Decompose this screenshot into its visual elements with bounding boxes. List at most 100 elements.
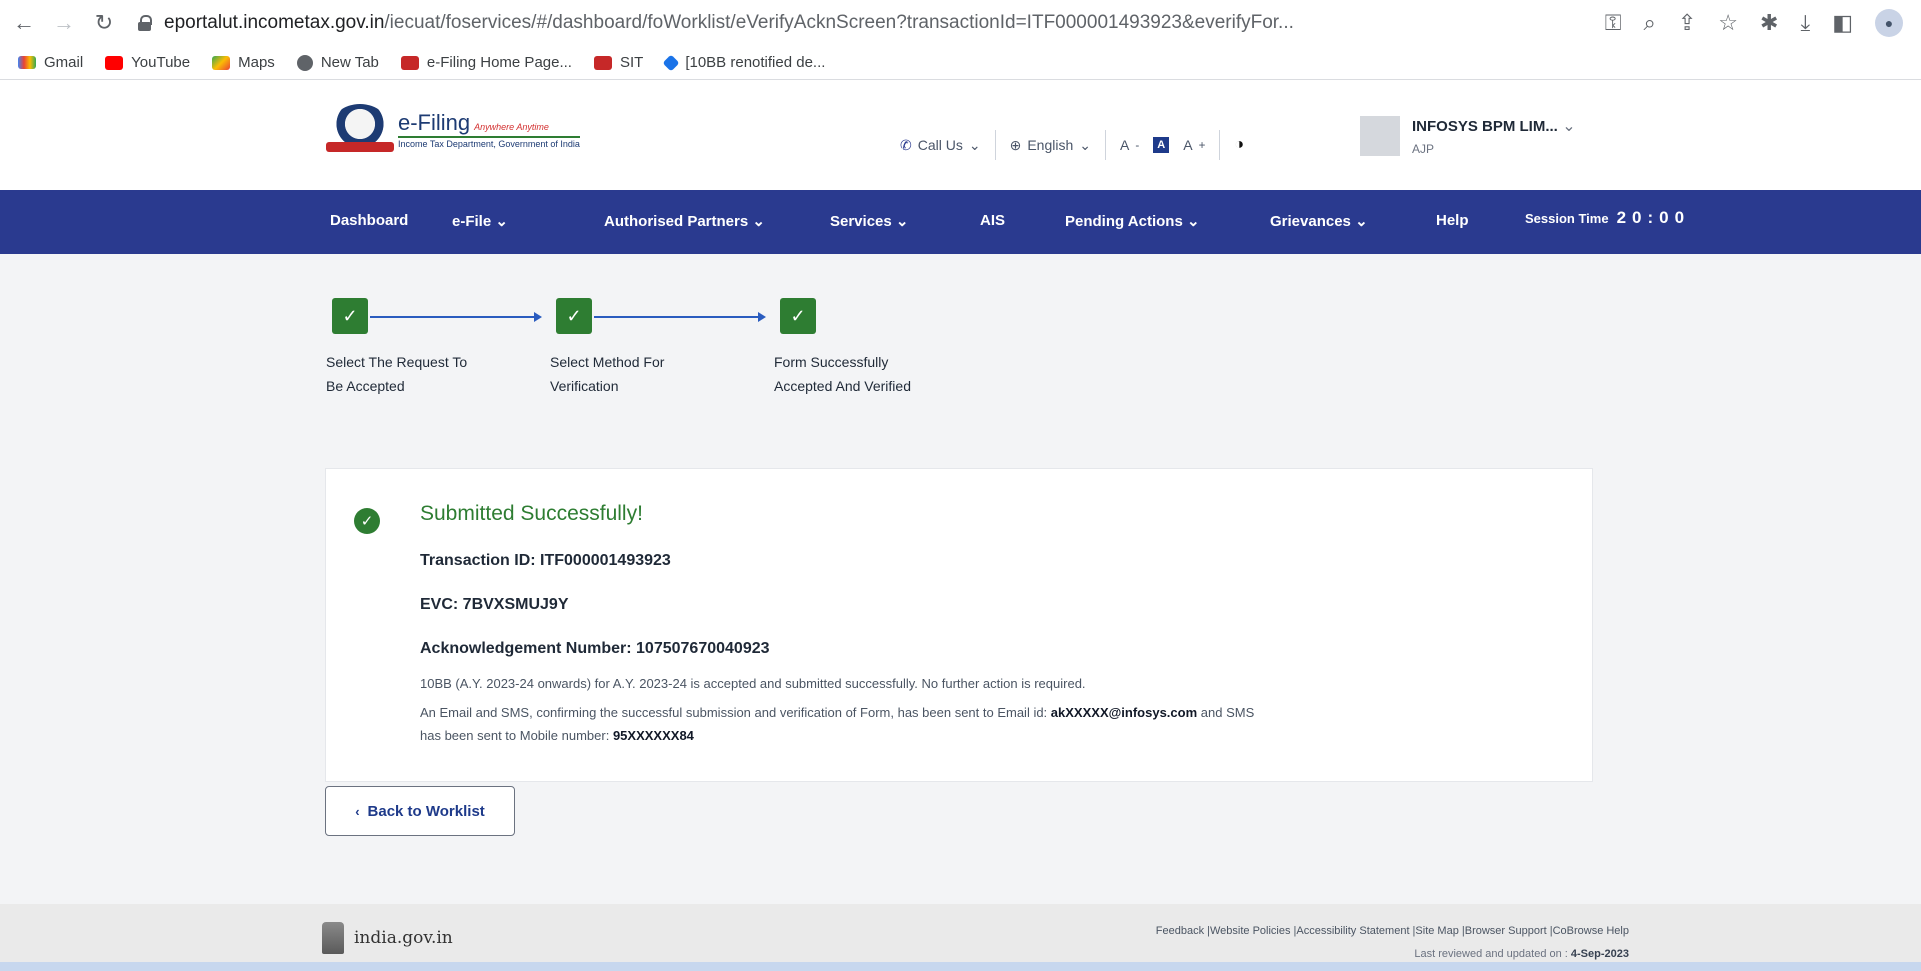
back-arrow-icon[interactable]: ← bbox=[4, 3, 44, 43]
chevron-down-icon: ⌄ bbox=[752, 213, 765, 230]
download-icon[interactable]: ⤓ bbox=[1800, 10, 1810, 36]
bookmark-gmail[interactable]: Gmail bbox=[18, 54, 83, 71]
transaction-id-value: ITF000001493923 bbox=[540, 552, 671, 569]
avatar bbox=[1360, 116, 1400, 156]
main-nav: Dashboard e-File ⌄ Authorised Partners ⌄… bbox=[0, 190, 1921, 254]
success-title: Submitted Successfully! bbox=[420, 502, 643, 525]
user-subtitle: AJP bbox=[1412, 142, 1435, 156]
bookmark-10bb[interactable]: [10BB renotified de... bbox=[662, 54, 825, 71]
call-us-label: Call Us bbox=[917, 137, 963, 153]
nav-label: Pending Actions bbox=[1065, 213, 1183, 230]
nav-authorised-partners[interactable]: Authorised Partners ⌄ bbox=[604, 212, 765, 230]
diamond-icon bbox=[662, 54, 680, 71]
masked-email: akXXXXX@infosys.com bbox=[1050, 705, 1198, 720]
step-label-line: Select The Request To bbox=[326, 354, 468, 370]
step-connector bbox=[370, 312, 542, 322]
updated-label: Last reviewed and updated on : bbox=[1414, 948, 1571, 960]
india-gov-logo[interactable]: india.gov.in bbox=[322, 922, 453, 954]
nav-dashboard[interactable]: Dashboard bbox=[330, 212, 408, 229]
transaction-id-label: Transaction ID: bbox=[420, 552, 541, 569]
nav-help[interactable]: Help bbox=[1436, 212, 1469, 229]
footer-links[interactable]: Feedback |Website Policies |Accessibilit… bbox=[1156, 925, 1629, 937]
emblem-icon bbox=[326, 104, 394, 154]
url-path: /iecuat/foservices/#/dashboard/foWorklis… bbox=[384, 12, 1294, 33]
nav-pending-actions[interactable]: Pending Actions ⌄ bbox=[1065, 212, 1200, 230]
step-label-line: Accepted And Verified bbox=[774, 378, 911, 394]
font-decrease-button[interactable]: A- bbox=[1120, 137, 1139, 153]
bookmark-efiling-home[interactable]: e-Filing Home Page... bbox=[400, 54, 572, 71]
efiling-logo[interactable]: e-Filing Anywhere Anytime Income Tax Depa… bbox=[326, 104, 580, 154]
address-bar[interactable]: eportalut.incometax.gov.in/iecuat/foserv… bbox=[138, 12, 1605, 34]
nav-services[interactable]: Services ⌄ bbox=[830, 212, 908, 230]
bookmark-label: e-Filing Home Page... bbox=[426, 54, 572, 71]
side-panel-icon[interactable]: ◧ bbox=[1832, 10, 1853, 36]
reload-icon[interactable]: ↻ bbox=[84, 3, 124, 43]
user-name: INFOSYS BPM LIM... bbox=[1412, 118, 1558, 135]
browser-toolbar: ← → ↻ eportalut.incometax.gov.in/iecuat/… bbox=[0, 0, 1921, 46]
nav-efile[interactable]: e-File ⌄ bbox=[452, 212, 508, 230]
chevron-down-icon: ⌄ bbox=[968, 136, 981, 153]
chevron-left-icon: ‹ bbox=[355, 803, 360, 819]
national-emblem-icon bbox=[322, 922, 344, 954]
efiling-favicon-icon bbox=[400, 55, 419, 70]
divider bbox=[1104, 130, 1106, 160]
language-label: English bbox=[1027, 137, 1074, 153]
bookmark-label: YouTube bbox=[131, 54, 191, 71]
evc-row: EVC: 7BVXSMUJ9Y bbox=[420, 596, 569, 614]
email-sms-note: An Email and SMS, confirming the success… bbox=[420, 705, 1254, 720]
extensions-icon[interactable]: ✱ bbox=[1760, 10, 1778, 36]
nav-label: Authorised Partners bbox=[604, 213, 749, 230]
transaction-id-row: Transaction ID: ITF000001493923 bbox=[420, 552, 671, 570]
bookmarks-bar: Gmail YouTube Maps New Tab e-Filing Home… bbox=[0, 46, 1921, 80]
step-3-check-icon: ✓ bbox=[780, 298, 816, 334]
bookmark-youtube[interactable]: YouTube bbox=[105, 54, 190, 71]
url-host: eportalut.incometax.gov.in bbox=[164, 12, 385, 33]
evc-label: EVC: bbox=[420, 596, 463, 613]
step-2-check-icon: ✓ bbox=[556, 298, 592, 334]
success-check-icon: ✓ bbox=[354, 508, 380, 534]
nav-label: Services bbox=[830, 213, 892, 230]
nav-ais[interactable]: AIS bbox=[980, 212, 1005, 229]
bookmark-maps[interactable]: Maps bbox=[212, 54, 275, 71]
header-tools: ✆ Call Us ⌄ ⊕ English ⌄ A- A A + ◑ bbox=[900, 130, 1244, 160]
font-increase-button[interactable]: A + bbox=[1183, 137, 1205, 153]
bookmark-sit[interactable]: SIT bbox=[593, 54, 643, 71]
user-menu[interactable]: INFOSYS BPM LIM... ⌄ AJP bbox=[1360, 116, 1576, 156]
back-to-worklist-button[interactable]: ‹ Back to Worklist bbox=[325, 786, 515, 836]
logo-subtitle: Income Tax Department, Government of Ind… bbox=[398, 135, 580, 149]
efiling-favicon-icon bbox=[593, 55, 612, 70]
nav-label: e-File bbox=[452, 213, 492, 230]
step-1-check-icon: ✓ bbox=[332, 298, 368, 334]
globe-icon bbox=[296, 54, 313, 71]
logo-title: e-Filing bbox=[398, 109, 471, 135]
email-note-text: An Email and SMS, confirming the success… bbox=[420, 705, 1051, 720]
contrast-toggle[interactable]: ◑ bbox=[1234, 136, 1244, 154]
key-icon[interactable]: ⚿ bbox=[1605, 10, 1622, 36]
nav-grievances[interactable]: Grievances ⌄ bbox=[1270, 212, 1368, 230]
mobile-note-text: has been sent to Mobile number: bbox=[420, 728, 613, 743]
acceptance-note: 10BB (A.Y. 2023-24 onwards) for A.Y. 202… bbox=[420, 676, 1086, 691]
minus-sign: - bbox=[1135, 138, 1140, 152]
ack-number-label: Acknowledgement Number: bbox=[420, 640, 637, 657]
step-1-label: Select The Request To Be Accepted bbox=[326, 350, 546, 398]
star-icon[interactable]: ☆ bbox=[1718, 10, 1738, 36]
font-decrease-label: A bbox=[1119, 137, 1130, 153]
chevron-down-icon: ⌄ bbox=[1562, 118, 1576, 135]
phone-icon: ✆ bbox=[900, 136, 912, 153]
chevron-down-icon: ⌄ bbox=[495, 213, 508, 230]
india-gov-text: india.gov.in bbox=[354, 928, 453, 948]
youtube-icon bbox=[105, 55, 124, 70]
call-us-dropdown[interactable]: ✆ Call Us ⌄ bbox=[900, 137, 981, 154]
zoom-icon[interactable]: ⌕ bbox=[1644, 10, 1656, 36]
evc-value: 7BVXSMUJ9Y bbox=[462, 596, 569, 613]
share-icon[interactable]: ⇪ bbox=[1678, 10, 1696, 36]
back-button-label: Back to Worklist bbox=[367, 802, 485, 820]
profile-avatar-icon[interactable]: ● bbox=[1875, 9, 1903, 37]
session-time: 20:00 bbox=[1616, 208, 1691, 227]
nav-label: Grievances bbox=[1270, 213, 1351, 230]
font-normal-button[interactable]: A bbox=[1153, 137, 1170, 153]
ack-number-row: Acknowledgement Number: 107507670040923 bbox=[420, 640, 770, 658]
bookmark-new-tab[interactable]: New Tab bbox=[296, 54, 379, 71]
language-dropdown[interactable]: ⊕ English ⌄ bbox=[1010, 137, 1091, 154]
forward-arrow-icon[interactable]: → bbox=[44, 3, 84, 43]
